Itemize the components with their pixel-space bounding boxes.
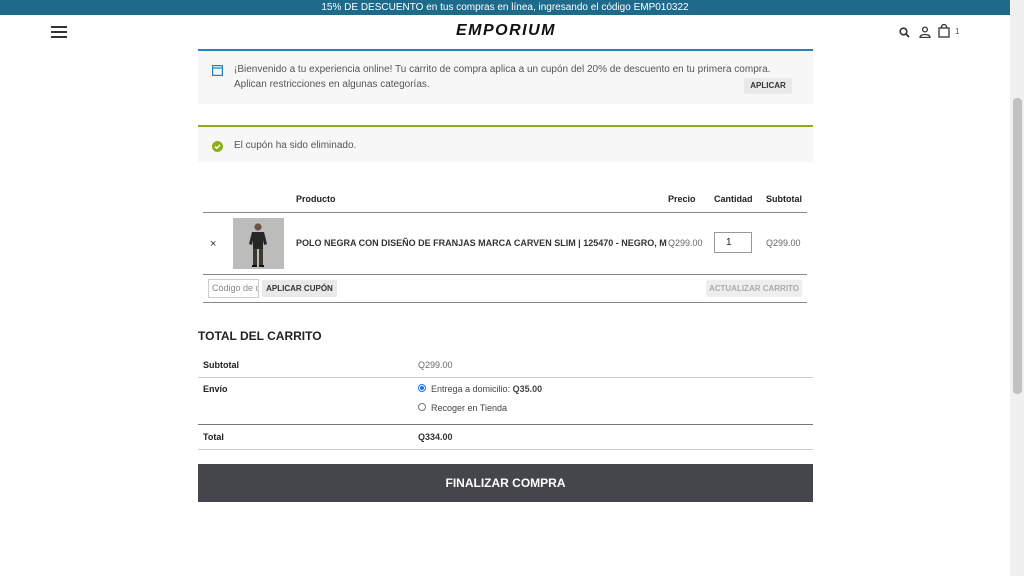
search-icon[interactable]	[899, 25, 910, 43]
shopping-bag-icon[interactable]	[938, 23, 950, 43]
coupon-removed-text: El cupón ha sido eliminado.	[234, 140, 357, 151]
update-cart-button[interactable]: ACTUALIZAR CARRITO	[706, 280, 802, 297]
apply-coupon-button[interactable]: APLICAR CUPÓN	[262, 280, 337, 297]
quantity-input[interactable]: 1	[714, 232, 752, 253]
shipping-option-pickup-label[interactable]: Recoger en Tienda	[431, 403, 507, 413]
item-subtotal: Q299.00	[766, 238, 801, 248]
scrollbar[interactable]	[1010, 0, 1024, 576]
subtotal-label: Subtotal	[203, 360, 239, 370]
column-header-subtotal: Subtotal	[766, 194, 802, 204]
divider	[198, 377, 813, 378]
site-logo[interactable]: EMPORIUM	[435, 22, 577, 40]
coupon-removed-notice: El cupón ha sido eliminado.	[198, 125, 813, 162]
welcome-notice-text: ¡Bienvenido a tu experiencia online! Tu …	[234, 64, 771, 90]
hamburger-menu-icon[interactable]	[51, 26, 67, 38]
cart-count-badge: 1	[955, 27, 960, 36]
site-header: EMPORIUM 1	[0, 15, 1010, 49]
check-circle-icon	[212, 139, 223, 157]
shipping-option-delivery-radio[interactable]	[418, 384, 426, 392]
item-price: Q299.00	[668, 238, 703, 248]
welcome-notice: ¡Bienvenido a tu experiencia online! Tu …	[198, 49, 813, 104]
checkout-button[interactable]: FINALIZAR COMPRA	[198, 464, 813, 502]
shipping-label: Envío	[203, 384, 228, 394]
total-value: Q334.00	[418, 432, 453, 442]
shipping-option-delivery-label[interactable]: Entrega a domicilio: Q35.00	[431, 384, 542, 394]
column-header-quantity: Cantidad	[714, 194, 753, 204]
promo-bar: 15% DE DESCUENTO en tus compras en línea…	[0, 0, 1010, 15]
user-icon[interactable]	[919, 25, 931, 43]
divider	[198, 449, 813, 450]
subtotal-value: Q299.00	[418, 360, 453, 370]
shipping-option-pickup-radio[interactable]	[418, 403, 426, 411]
divider	[203, 274, 807, 275]
divider	[203, 302, 807, 303]
column-header-price: Precio	[668, 194, 696, 204]
scrollbar-thumb[interactable]	[1013, 98, 1022, 394]
coupon-code-input[interactable]: Código de cupón	[208, 279, 259, 298]
remove-item-icon[interactable]: ×	[210, 238, 216, 250]
browser-window-icon	[212, 63, 224, 81]
divider	[198, 424, 813, 425]
column-header-product: Producto	[296, 194, 336, 204]
product-thumbnail[interactable]	[233, 218, 284, 269]
apply-discount-button[interactable]: APLICAR	[744, 78, 792, 94]
shipping-delivery-price: Q35.00	[512, 384, 543, 394]
divider	[203, 212, 807, 213]
total-label: Total	[203, 432, 224, 442]
product-name-link[interactable]: POLO NEGRA CON DISEÑO DE FRANJAS MARCA C…	[296, 238, 667, 248]
cart-totals-title: TOTAL DEL CARRITO	[198, 329, 322, 343]
